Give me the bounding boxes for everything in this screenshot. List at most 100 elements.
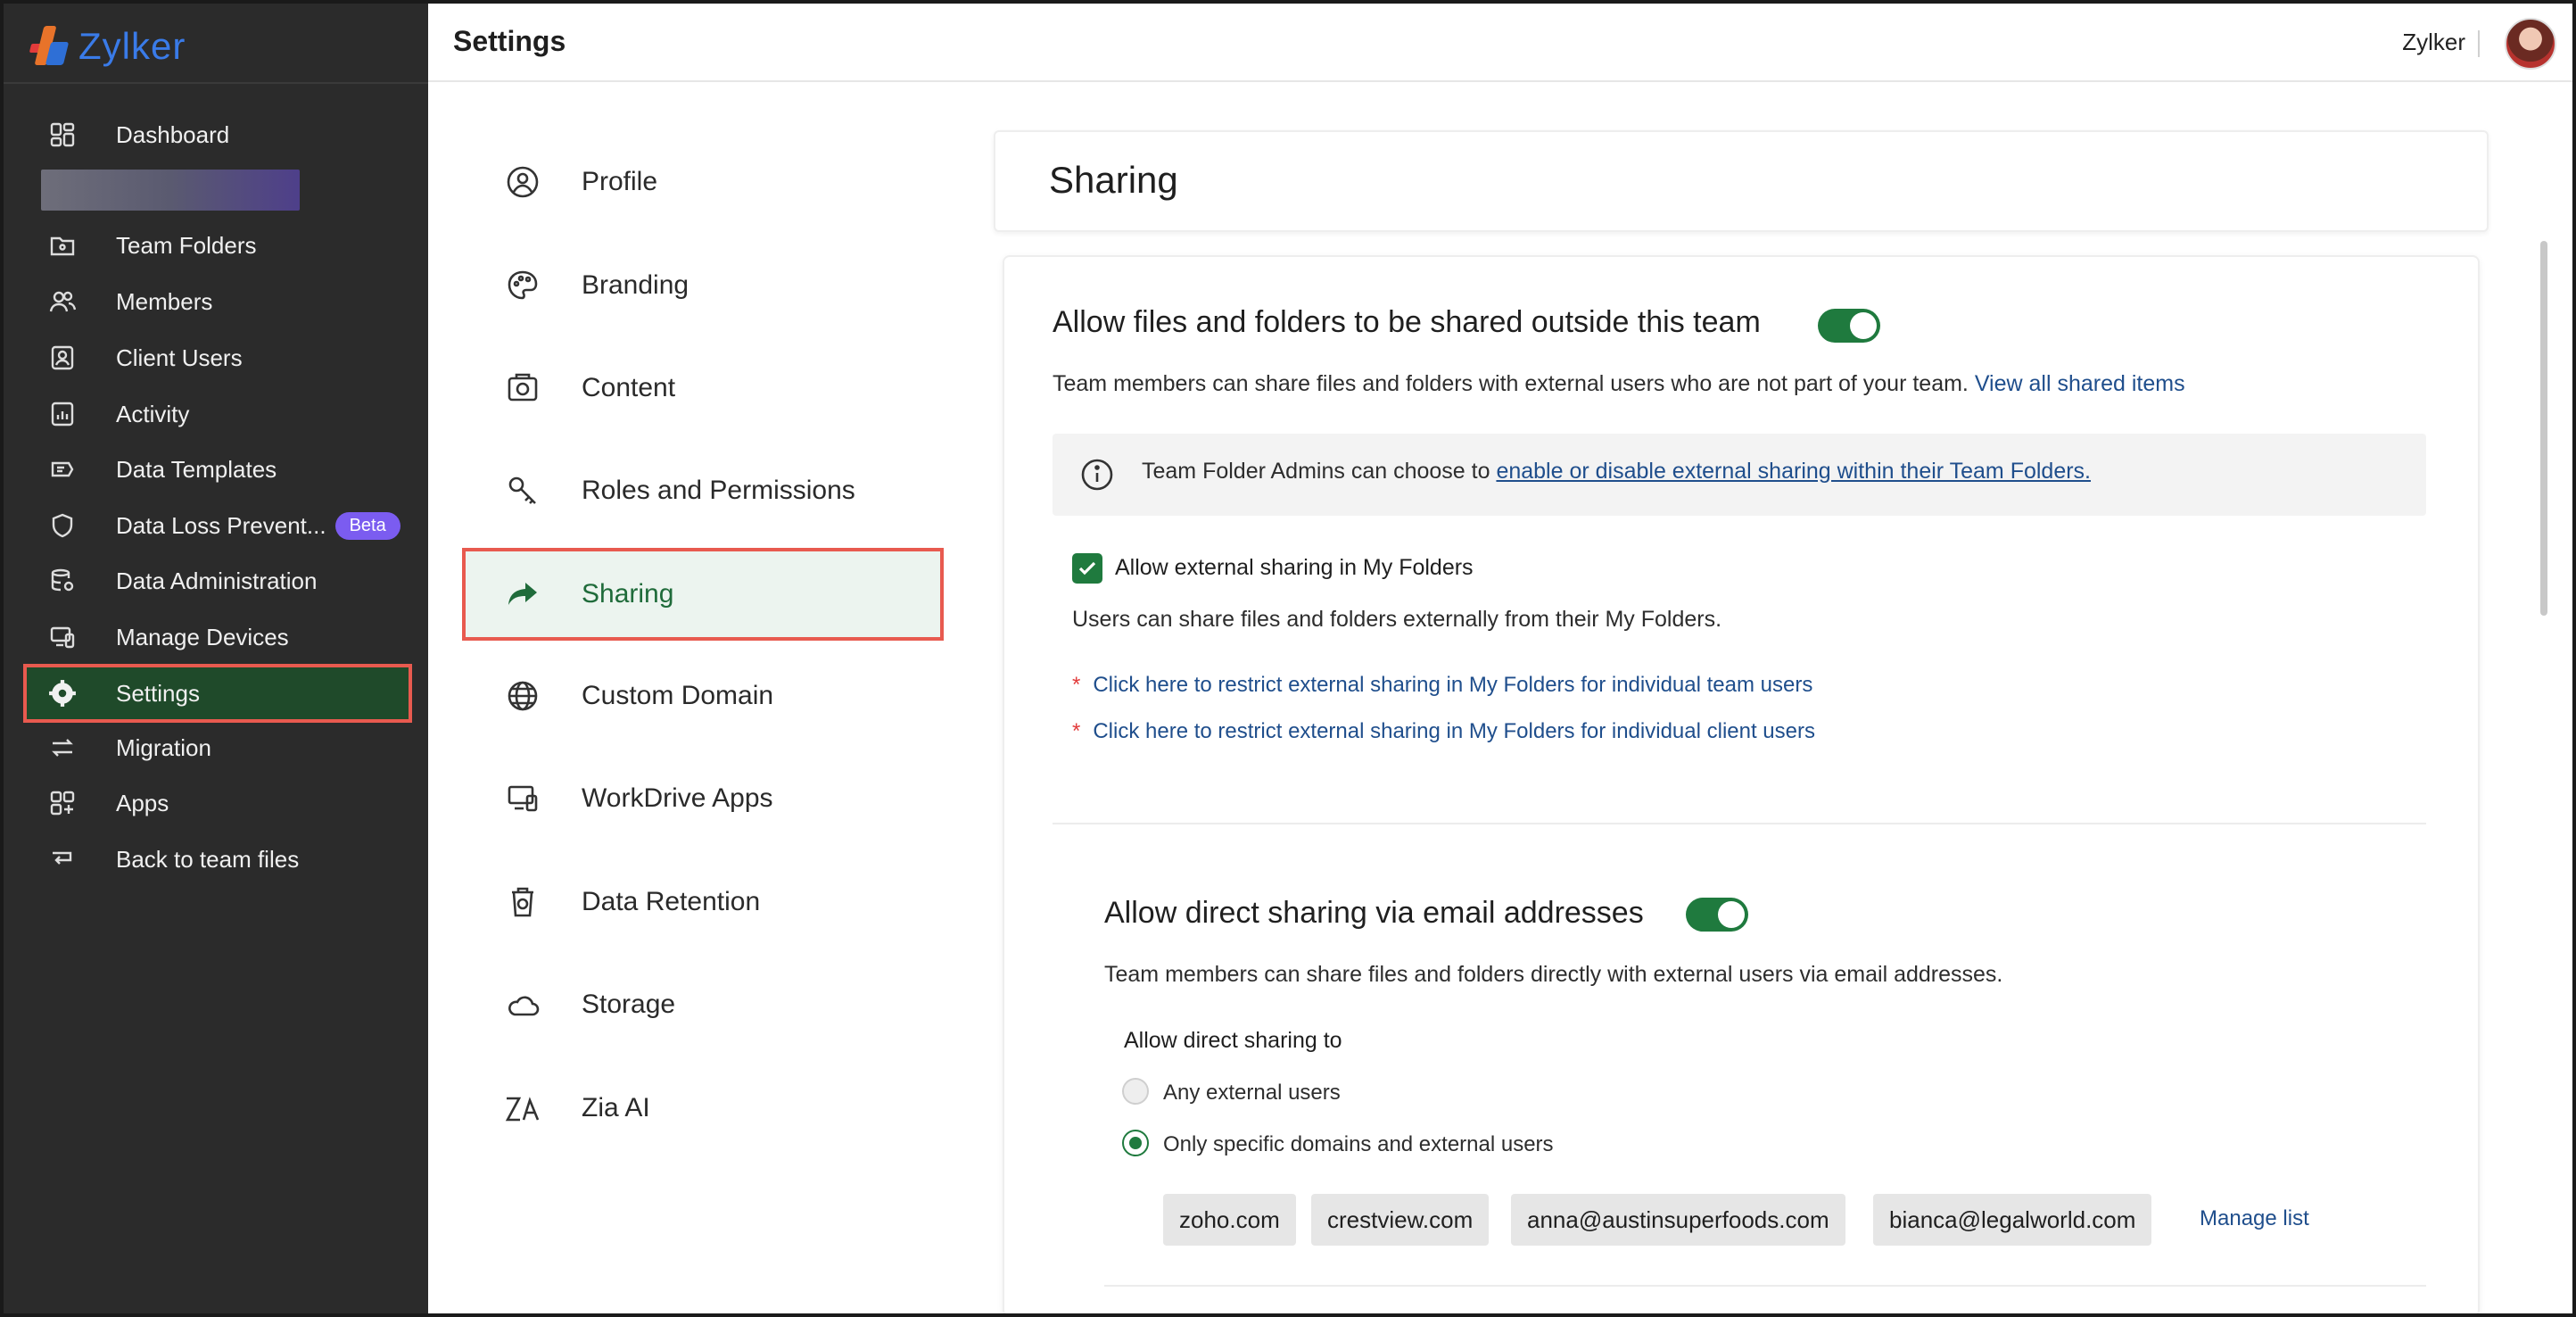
retention-icon (503, 882, 542, 922)
sidebar-item-label: Data Administration (116, 567, 318, 594)
restrict-team-users-link[interactable]: * Click here to restrict external sharing… (1072, 673, 1812, 698)
settings-item-storage[interactable]: Storage (462, 958, 944, 1051)
direct-sharing-to-label: Allow direct sharing to (1124, 1028, 1342, 1053)
apps-icon (46, 787, 78, 819)
migration-icon (46, 732, 78, 764)
settings-item-content[interactable]: Content (462, 342, 944, 435)
sharing-settings-card (1003, 255, 2480, 1317)
email-chip[interactable]: bianca@legalworld.com (1873, 1194, 2152, 1246)
external-sharing-desc-text: Team members can share files and folders… (1053, 371, 1969, 396)
bullet-star: * (1072, 673, 1081, 697)
top-separator (2478, 30, 2480, 57)
sidebar-item-dashboard[interactable]: Dashboard (23, 109, 412, 161)
logo-text: Zylker (78, 25, 186, 67)
manage-list-link[interactable]: Manage list (2200, 1206, 2309, 1231)
window-frame-right (2572, 0, 2576, 1317)
domain-chip[interactable]: crestview.com (1311, 1194, 1490, 1246)
sidebar-item-label: Apps (116, 789, 169, 816)
settings-item-label: Profile (582, 167, 658, 196)
external-sharing-title: Allow files and folders to be shared out… (1053, 305, 1761, 339)
my-folders-sharing-checkbox[interactable] (1072, 553, 1102, 584)
my-folders-sharing-label[interactable]: Allow external sharing in My Folders (1115, 555, 1474, 581)
sidebar-item-label: Members (116, 287, 213, 315)
gear-icon (46, 677, 78, 709)
org-name[interactable]: Zylker (2402, 29, 2465, 56)
settings-item-label: Content (582, 373, 676, 402)
app-logo[interactable]: Zylker (29, 20, 186, 73)
sidebar-item-members[interactable]: Members (23, 276, 412, 327)
direct-sharing-toggle[interactable] (1686, 898, 1748, 932)
sidebar-item-client-users[interactable]: Client Users (23, 332, 412, 384)
data-templates-icon (46, 453, 78, 485)
shield-icon (46, 509, 78, 542)
redacted-item (41, 170, 300, 211)
restrict-client-users-link[interactable]: * Click here to restrict external sharing… (1072, 719, 1815, 744)
profile-icon (503, 162, 542, 202)
info-prefix: Team Folder Admins can choose to (1142, 459, 1490, 484)
sidebar-item-apps[interactable]: Apps (23, 777, 412, 829)
settings-item-label: Custom Domain (582, 681, 774, 710)
section-header-card: Sharing (994, 130, 2489, 232)
sidebar-item-label: Migration (116, 733, 211, 761)
sidebar-item-data-loss-prevention[interactable]: Data Loss Prevent... Beta (23, 500, 412, 551)
client-users-icon (46, 342, 78, 374)
settings-item-label: Zia AI (582, 1093, 650, 1122)
content-icon (503, 369, 542, 408)
info-icon (1079, 457, 1115, 493)
view-all-shared-items-link[interactable]: View all shared items (1975, 371, 2185, 396)
page-title: Settings (453, 25, 566, 57)
sidebar-item-label: Settings (116, 679, 200, 707)
sidebar-item-manage-devices[interactable]: Manage Devices (23, 611, 412, 663)
section-divider (1053, 823, 2426, 824)
radio-specific-domains-label[interactable]: Only specific domains and external users (1163, 1132, 1554, 1157)
settings-item-workdrive-apps[interactable]: WorkDrive Apps (462, 752, 944, 845)
settings-item-zia-ai[interactable]: Zia AI (462, 1062, 944, 1155)
sidebar-item-team-folders[interactable]: Team Folders (23, 220, 412, 271)
share-icon (503, 575, 542, 614)
window-frame-bottom (0, 1313, 2576, 1317)
sidebar-item-label: Team Folders (116, 231, 257, 259)
direct-sharing-description: Team members can share files and folders… (1104, 962, 2003, 987)
radio-any-external-users[interactable] (1122, 1078, 1149, 1105)
zia-icon (503, 1089, 542, 1128)
external-sharing-toggle[interactable] (1818, 309, 1880, 343)
settings-item-custom-domain[interactable]: Custom Domain (462, 650, 944, 742)
radio-specific-domains[interactable] (1122, 1130, 1149, 1156)
sidebar: Zylker Dashboard Team Folders Members Cl… (0, 0, 428, 1317)
info-box: Team Folder Admins can choose to enable … (1053, 434, 2426, 516)
sidebar-item-settings[interactable]: Settings (23, 664, 412, 723)
settings-item-profile[interactable]: Profile (462, 136, 944, 228)
devices-icon (46, 621, 78, 653)
scrollbar[interactable] (2540, 241, 2547, 616)
section-divider (1104, 1285, 2426, 1287)
sidebar-item-migration[interactable]: Migration (23, 722, 412, 774)
avatar[interactable] (2505, 18, 2556, 70)
sidebar-item-label: Back to team files (116, 845, 300, 873)
sidebar-item-activity[interactable]: Activity (23, 388, 412, 440)
domain-chip[interactable]: zoho.com (1163, 1194, 1296, 1246)
sidebar-item-data-administration[interactable]: Data Administration (23, 555, 412, 607)
sidebar-divider (4, 82, 428, 84)
sidebar-item-label: Data Templates (116, 455, 277, 483)
settings-item-label: WorkDrive Apps (582, 783, 773, 813)
team-folder-sharing-link[interactable]: enable or disable external sharing withi… (1496, 459, 2091, 484)
devices-icon (503, 779, 542, 818)
sidebar-item-label: Data Loss Prevent... (116, 511, 326, 539)
settings-item-data-retention[interactable]: Data Retention (462, 856, 944, 948)
radio-any-external-users-label[interactable]: Any external users (1163, 1081, 1341, 1106)
restrict-client-users-text: Click here to restrict external sharing … (1093, 719, 1815, 743)
settings-item-roles-permissions[interactable]: Roles and Permissions (462, 444, 944, 537)
section-title: Sharing (1049, 159, 1178, 201)
data-admin-icon (46, 565, 78, 597)
settings-item-sharing[interactable]: Sharing (462, 548, 944, 641)
logo-icon (29, 24, 70, 69)
email-chip[interactable]: anna@austinsuperfoods.com (1511, 1194, 1845, 1246)
settings-item-label: Storage (582, 990, 676, 1019)
direct-sharing-title: Allow direct sharing via email addresses (1104, 896, 1644, 930)
palette-icon (503, 266, 542, 305)
top-bar: Settings Zylker (428, 0, 2576, 82)
settings-item-label: Roles and Permissions (582, 476, 855, 505)
sidebar-item-back-to-team-files[interactable]: Back to team files (23, 833, 412, 885)
settings-item-branding[interactable]: Branding (462, 239, 944, 332)
sidebar-item-data-templates[interactable]: Data Templates (23, 443, 412, 495)
